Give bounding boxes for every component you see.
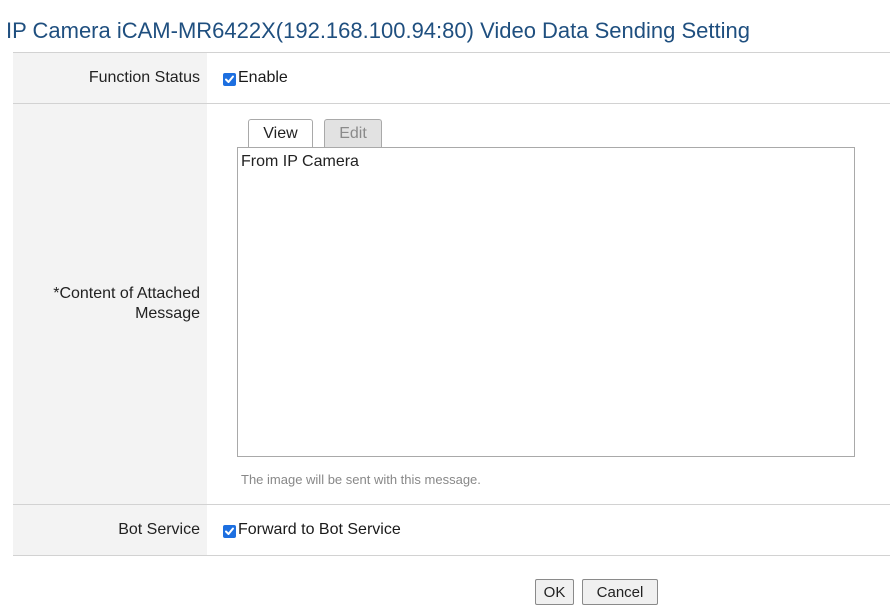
function-status-row: Function Status Enable [13, 53, 890, 104]
checkmark-icon [225, 75, 234, 83]
tab-edit[interactable]: Edit [324, 119, 382, 148]
message-editor: View Edit From IP Camera The image will … [237, 104, 890, 504]
page-title: IP Camera iCAM-MR6422X(192.168.100.94:80… [6, 18, 750, 43]
bot-service-row: Bot Service Forward to Bot Service [13, 505, 890, 556]
bot-service-value: Forward to Bot Service [207, 505, 890, 555]
attached-message-value: View Edit From IP Camera The image will … [207, 104, 890, 504]
function-status-label: Function Status [13, 53, 207, 103]
bot-service-checkbox-control[interactable]: Forward to Bot Service [223, 521, 401, 539]
form-buttons: OK Cancel [535, 579, 658, 605]
tab-view[interactable]: View [248, 119, 313, 148]
checkmark-icon [225, 527, 234, 535]
bot-service-label: Bot Service [13, 505, 207, 555]
message-content: From IP Camera [241, 153, 359, 170]
message-content-box[interactable]: From IP Camera [237, 147, 855, 457]
enable-checkbox[interactable] [223, 72, 236, 86]
bot-service-checkbox[interactable] [223, 524, 236, 538]
bot-service-checkbox-label[interactable]: Forward to Bot Service [238, 521, 401, 539]
ok-button[interactable]: OK [535, 579, 574, 605]
attached-message-label: *Content of Attached Message [13, 104, 207, 504]
message-tabs: View Edit [248, 119, 382, 148]
attached-message-row: *Content of Attached Message View Edit F… [13, 104, 890, 505]
function-status-value: Enable [207, 53, 890, 103]
settings-form: Function Status Enable *Content of Attac… [13, 52, 890, 556]
cancel-button[interactable]: Cancel [582, 579, 658, 605]
message-hint: The image will be sent with this message… [241, 472, 481, 487]
attached-message-label-text: *Content of Attached Message [53, 285, 200, 322]
enable-checkbox-label[interactable]: Enable [238, 69, 288, 87]
enable-checkbox-control[interactable]: Enable [223, 69, 288, 87]
